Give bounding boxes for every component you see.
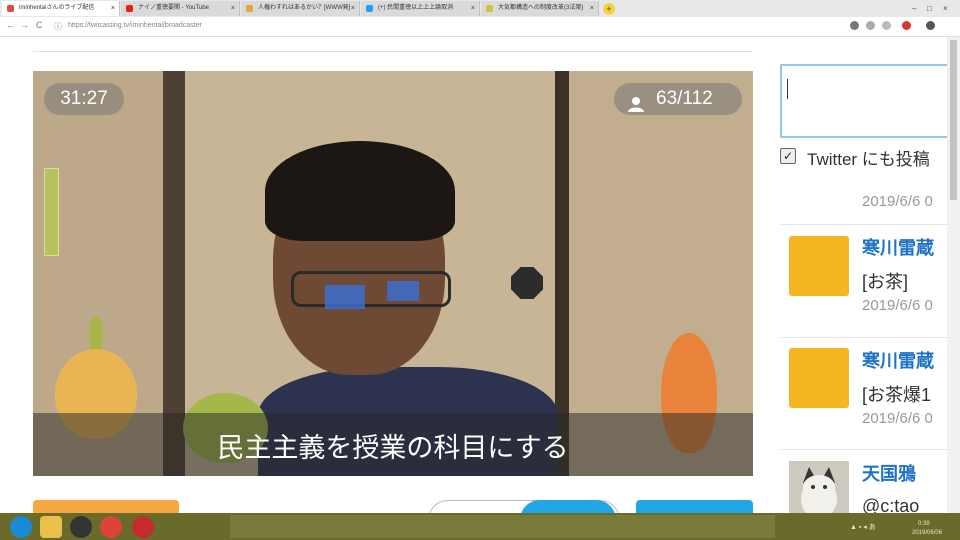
presenter-hair	[265, 141, 455, 241]
bookmark-star-icon[interactable]	[882, 21, 891, 30]
browser-tab-5[interactable]: 大気都構造への制度改革(3法案) ×	[481, 1, 599, 16]
url-field[interactable]: https://twitcasting.tv/iminhentai/broadc…	[68, 22, 202, 29]
comment-author[interactable]: 天国鴉	[862, 460, 916, 486]
clock-date: 2019/06/06	[912, 530, 943, 536]
elapsed-time: 31:27	[60, 88, 108, 109]
browser-tab-3[interactable]: 人権わすれはあるかい？[WWW発] ×	[241, 1, 360, 16]
glasses-reflection	[387, 281, 419, 301]
tab-title: ナイノ重徳要関 - YouTube	[138, 5, 209, 11]
chrome-icon[interactable]	[100, 516, 122, 538]
avatar[interactable]	[789, 236, 849, 296]
tab-close-icon[interactable]: ×	[590, 1, 594, 16]
file-explorer-icon[interactable]	[40, 516, 62, 538]
tab-favicon	[126, 5, 133, 12]
comment-author[interactable]: 寒川雷蔵	[862, 234, 934, 260]
back-button[interactable]: ←	[6, 20, 15, 30]
caption-text: 民主主義を授業の科目にする	[217, 433, 569, 463]
tab-title: 人権わすれはあるかい？[WWW発]	[258, 5, 351, 11]
cat-photo-icon	[789, 461, 849, 513]
taskbar-window-strip[interactable]	[230, 515, 775, 538]
browser-tab-4[interactable]: (+) 民間重徳以上上上論取消 ×	[361, 1, 480, 16]
tab-favicon	[486, 5, 493, 12]
avatar[interactable]	[789, 348, 849, 408]
tab-favicon	[366, 5, 373, 12]
avatar[interactable]	[789, 461, 849, 513]
tab-favicon	[7, 5, 14, 12]
twitter-checkbox-label: Twitter にも投稿	[807, 150, 930, 169]
browser-tab-1[interactable]: iminhentaiさんのライブ配信 ×	[2, 1, 120, 16]
viewer-count: 63/112	[656, 88, 713, 109]
zoom-icon[interactable]	[866, 21, 875, 30]
comment-text: @c:tao	[862, 496, 920, 513]
comment-divider	[780, 224, 947, 225]
tab-title: iminhentaiさんのライブ配信	[19, 5, 95, 11]
tab-title: 大気都構造への制度改革(3法案)	[498, 5, 584, 11]
browser-tab-2[interactable]: ナイノ重徳要関 - YouTube ×	[121, 1, 240, 16]
user-icon	[628, 91, 644, 112]
glasses-reflection	[325, 285, 365, 309]
ie-icon[interactable]	[10, 516, 32, 538]
comment-date: 2019/6/6 0	[862, 193, 933, 210]
live-video-player[interactable]: 31:27 63/112 民主主義を授業の科目にする	[33, 71, 753, 476]
comment-input[interactable]	[780, 64, 947, 138]
browser-tab-strip: iminhentaiさんのライブ配信 × ナイノ重徳要関 - YouTube ×…	[0, 0, 960, 18]
clock-time: 0:38	[918, 521, 930, 527]
tab-close-icon[interactable]: ×	[471, 1, 475, 16]
tab-close-icon[interactable]: ×	[351, 1, 355, 16]
minimize-button[interactable]: –	[912, 0, 916, 17]
comment-divider	[780, 337, 947, 338]
tab-title: (+) 民間重徳以上上上論取消	[378, 5, 454, 11]
extension-icon[interactable]	[902, 21, 911, 30]
profile-avatar[interactable]	[926, 21, 935, 30]
presenter-glasses	[291, 271, 451, 307]
app-icon[interactable]	[132, 516, 154, 538]
divider	[33, 51, 753, 52]
comment-text: [お茶]	[862, 272, 909, 292]
comment-author[interactable]: 寒川雷蔵	[862, 347, 934, 373]
address-bar: ← → C ⓘ https://twitcasting.tv/iminhenta…	[0, 17, 960, 37]
text-caret	[787, 79, 788, 99]
blue-pill-button[interactable]	[520, 500, 616, 513]
reload-button[interactable]: C	[36, 20, 43, 30]
comment-date: 2019/6/6 0	[862, 297, 933, 314]
broadcaster-page: 31:27 63/112 民主主義を授業の科目にする ✓ Twitter にも投…	[0, 37, 947, 513]
close-window-button[interactable]: ×	[943, 0, 948, 17]
comment-text: [お茶爆1	[862, 385, 932, 405]
info-icon[interactable]: ⓘ	[54, 21, 62, 32]
maximize-button[interactable]: □	[927, 0, 932, 17]
tab-close-icon[interactable]: ×	[111, 1, 115, 16]
cast-icon[interactable]	[850, 21, 859, 30]
audio-level-meter	[44, 168, 59, 256]
tray-icons[interactable]: ▲ ▪ ◂ あ	[850, 522, 876, 532]
windows-taskbar: ▲ ▪ ◂ あ 0:38 2019/06/06	[0, 513, 960, 540]
orange-action-button[interactable]	[33, 500, 179, 513]
obs-icon[interactable]	[70, 516, 92, 538]
twitter-checkbox[interactable]: ✓	[780, 148, 796, 164]
scrollbar-thumb[interactable]	[950, 40, 957, 200]
viewer-count-badge: 63/112	[614, 83, 742, 115]
forward-button[interactable]: →	[20, 20, 29, 30]
comment-date: 2019/6/6 0	[862, 410, 933, 427]
comment-divider	[780, 449, 947, 450]
tab-favicon	[246, 5, 253, 12]
elapsed-time-badge: 31:27	[44, 83, 124, 115]
new-tab-button[interactable]: +	[603, 3, 615, 15]
tab-close-icon[interactable]: ×	[231, 1, 235, 16]
blue-action-button[interactable]	[636, 500, 753, 513]
